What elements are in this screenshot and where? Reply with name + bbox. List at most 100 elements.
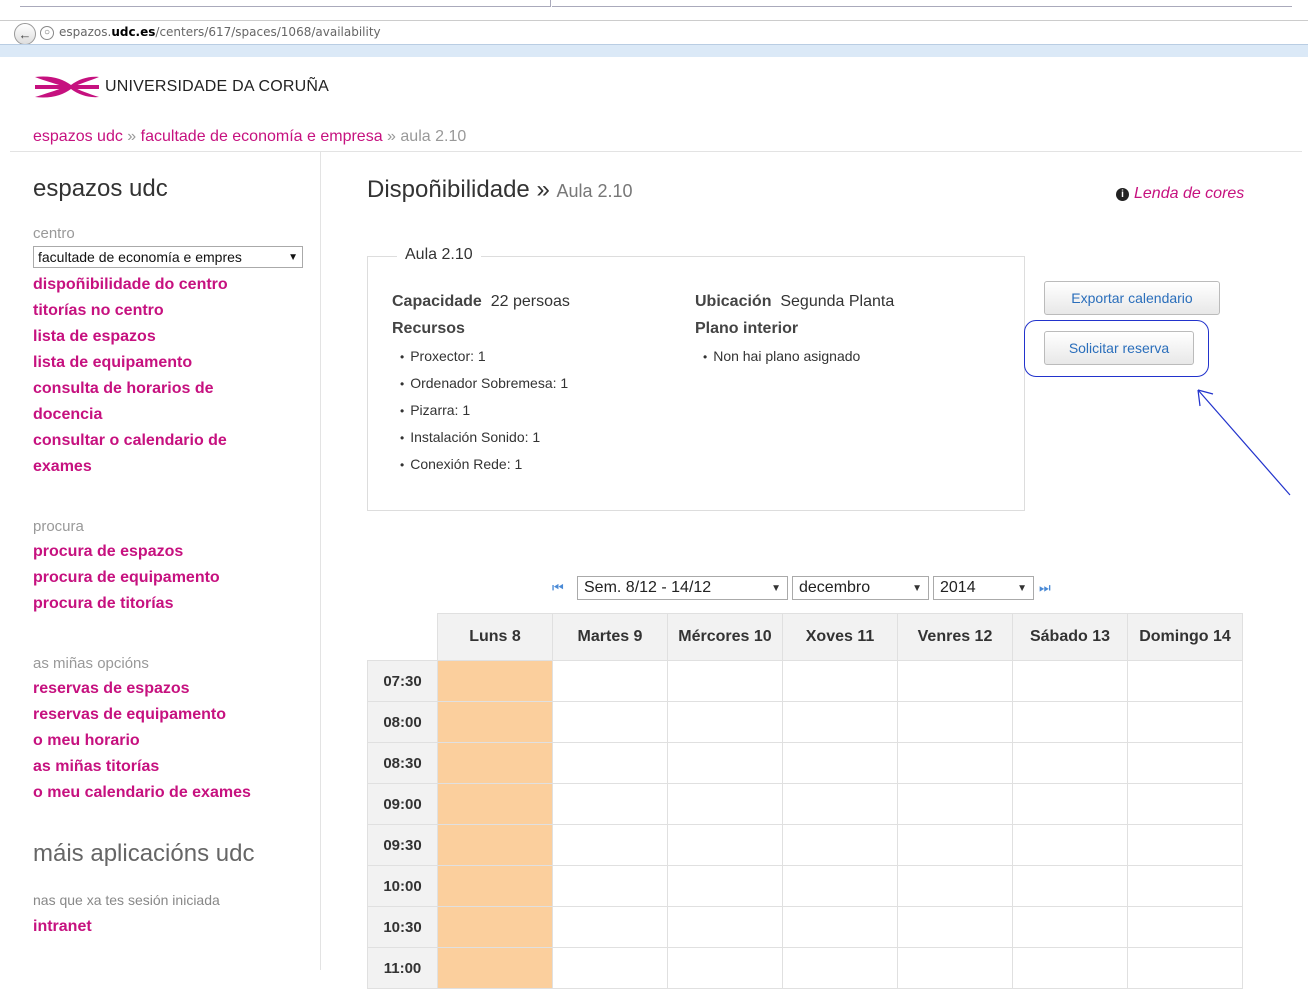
calendar-cell[interactable] [1127, 742, 1243, 784]
calendar-cell[interactable] [1012, 742, 1128, 784]
address-bar[interactable]: ← ○ espazos.udc.es/centers/617/spaces/10… [0, 20, 1308, 47]
sidebar-link-teaching-schedule[interactable]: consulta de horarios de [33, 376, 313, 402]
calendar-cell[interactable] [782, 701, 898, 743]
calendar-cell[interactable] [782, 783, 898, 825]
page-title-main: Dispoñibilidade [367, 176, 530, 203]
calendar-cell-busy[interactable] [437, 865, 553, 907]
calendar-cell[interactable] [552, 660, 668, 702]
sidebar-link-equipment-list[interactable]: lista de equipamento [33, 350, 313, 376]
calendar-cell[interactable] [1127, 947, 1243, 989]
calendar-cell[interactable] [897, 865, 1013, 907]
sidebar-link-teaching-schedule-cont[interactable]: docencia [33, 402, 313, 428]
calendar-cell[interactable] [552, 865, 668, 907]
calendar-cell-busy[interactable] [437, 906, 553, 948]
address-url[interactable]: espazos.udc.es/centers/617/spaces/1068/a… [59, 25, 381, 39]
calendar-cell[interactable] [782, 947, 898, 989]
time-slot-label: 10:00 [367, 865, 438, 907]
calendar-cell[interactable] [1012, 865, 1128, 907]
sidebar-section-procura: procura [33, 518, 84, 535]
month-select[interactable]: decembro ▼ [792, 576, 929, 600]
sidebar-link-my-tutorials[interactable]: as miñas titorías [33, 754, 313, 780]
calendar-cell[interactable] [552, 742, 668, 784]
calendar-cell[interactable] [897, 947, 1013, 989]
calendar-cell[interactable] [897, 906, 1013, 948]
calendar-cell[interactable] [552, 906, 668, 948]
calendar-cell[interactable] [1012, 906, 1128, 948]
sidebar-link-search-tutorials[interactable]: procura de titorías [33, 591, 313, 617]
week-select-value: Sem. 8/12 - 14/12 [584, 579, 712, 596]
calendar-cell[interactable] [897, 660, 1013, 702]
color-legend-link[interactable]: i Lenda de cores [1116, 185, 1244, 203]
calendar-cell[interactable] [1127, 906, 1243, 948]
sidebar-link-search-equipment[interactable]: procura de equipamento [33, 565, 313, 591]
calendar-cell[interactable] [552, 824, 668, 866]
sidebar-link-search-spaces[interactable]: procura de espazos [33, 539, 313, 565]
calendar-cell[interactable] [667, 783, 783, 825]
sidebar-link-centro-availability[interactable]: dispoñibilidade do centro [33, 272, 313, 298]
calendar-cell-busy[interactable] [437, 701, 553, 743]
sidebar-link-my-exams[interactable]: o meu calendario de exames [33, 780, 313, 806]
centro-select[interactable]: facultade de economía e empres ▼ [33, 246, 303, 268]
calendar-cell[interactable] [1127, 660, 1243, 702]
calendar-cell[interactable] [1012, 660, 1128, 702]
sidebar-link-my-space-bookings[interactable]: reservas de espazos [33, 676, 313, 702]
breadcrumb-center[interactable]: facultade de economía e empresa [141, 128, 383, 145]
browser-tab-strip-edge [552, 0, 1292, 7]
calendar-cell-busy[interactable] [437, 783, 553, 825]
sidebar-link-spaces-list[interactable]: lista de espazos [33, 324, 313, 350]
calendar-cell[interactable] [1127, 783, 1243, 825]
chevron-down-icon: ▼ [1017, 582, 1027, 594]
calendar-cell[interactable] [552, 783, 668, 825]
week-select[interactable]: Sem. 8/12 - 14/12 ▼ [577, 576, 788, 600]
export-calendar-button[interactable]: Exportar calendario [1044, 281, 1220, 315]
calendar-cell[interactable] [782, 906, 898, 948]
calendar-cell-busy[interactable] [437, 824, 553, 866]
capacity-row: Capacidade 22 persoas [392, 291, 570, 318]
calendar-cell[interactable] [667, 865, 783, 907]
sidebar-link-exam-calendar-cont[interactable]: exames [33, 454, 313, 480]
sidebar-link-exam-calendar[interactable]: consultar o calendario de [33, 428, 313, 454]
time-slot-label: 07:30 [367, 660, 438, 702]
room-details-left: Capacidade 22 persoas Recursos Proxector… [392, 291, 570, 480]
calendar-cell[interactable] [1127, 865, 1243, 907]
calendar-cell[interactable] [782, 660, 898, 702]
calendar-cell[interactable] [897, 783, 1013, 825]
first-page-icon[interactable]: ⏮ [552, 580, 564, 596]
sidebar-link-my-schedule[interactable]: o meu horario [33, 728, 313, 754]
calendar-cell-busy[interactable] [437, 660, 553, 702]
calendar-cell[interactable] [1127, 701, 1243, 743]
calendar-cell[interactable] [782, 824, 898, 866]
sidebar-link-intranet[interactable]: intranet [33, 914, 313, 940]
sidebar-link-my-equipment-bookings[interactable]: reservas de equipamento [33, 702, 313, 728]
calendar-cell[interactable] [1127, 824, 1243, 866]
calendar-cell-busy[interactable] [437, 742, 553, 784]
calendar-cell[interactable] [782, 742, 898, 784]
calendar-cell[interactable] [1012, 947, 1128, 989]
calendar-cell[interactable] [897, 701, 1013, 743]
calendar-cell[interactable] [782, 865, 898, 907]
calendar-cell[interactable] [897, 824, 1013, 866]
calendar-cell[interactable] [897, 742, 1013, 784]
calendar-cell[interactable] [667, 742, 783, 784]
calendar-cell[interactable] [1012, 824, 1128, 866]
browser-tab[interactable] [20, 0, 551, 7]
calendar-cell[interactable] [552, 947, 668, 989]
calendar-cell[interactable] [667, 906, 783, 948]
year-select[interactable]: 2014 ▼ [933, 576, 1034, 600]
sidebar-link-centro-tutorials[interactable]: titorías no centro [33, 298, 313, 324]
back-arrow-icon[interactable]: ← [14, 23, 36, 45]
calendar-cell-busy[interactable] [437, 947, 553, 989]
calendar-cell[interactable] [552, 701, 668, 743]
calendar-cell[interactable] [1012, 783, 1128, 825]
calendar-cell[interactable] [667, 660, 783, 702]
calendar-cell[interactable] [1012, 701, 1128, 743]
calendar-cell[interactable] [667, 947, 783, 989]
breadcrumb-home[interactable]: espazos udc [33, 128, 123, 145]
calendar-cell[interactable] [667, 701, 783, 743]
capacity-value: 22 persoas [490, 293, 570, 310]
last-page-icon[interactable]: ⏭ [1039, 580, 1051, 596]
calendar-cell[interactable] [667, 824, 783, 866]
chevron-down-icon: ▼ [912, 582, 922, 594]
